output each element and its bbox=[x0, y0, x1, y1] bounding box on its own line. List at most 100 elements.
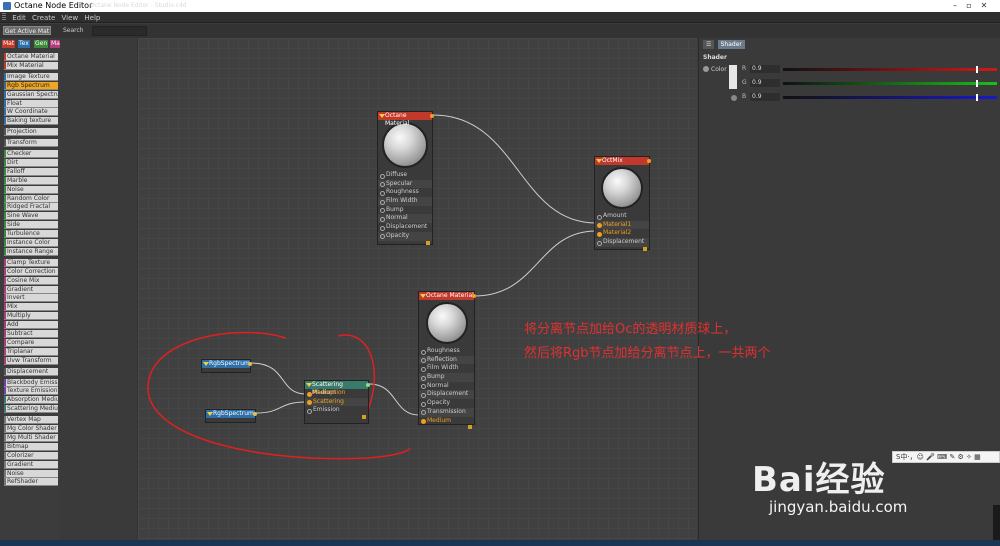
node-header[interactable]: OctMix bbox=[595, 157, 649, 165]
input-port-displacement[interactable]: Displacement bbox=[595, 238, 649, 247]
channel-slider[interactable] bbox=[783, 66, 997, 73]
node-list-item[interactable]: Mix Material bbox=[4, 61, 58, 70]
node-list-item[interactable]: Dirt bbox=[4, 158, 58, 167]
resize-handle-icon[interactable] bbox=[362, 415, 366, 420]
node-list-item[interactable]: Noise bbox=[4, 469, 58, 478]
menu-edit[interactable]: Edit bbox=[12, 14, 26, 22]
minimize-button[interactable]: – bbox=[948, 1, 962, 10]
input-port-normal[interactable]: Normal bbox=[419, 382, 474, 391]
menu-view[interactable]: View bbox=[62, 14, 79, 22]
input-port-opacity[interactable]: Opacity bbox=[378, 231, 432, 241]
input-port-displacement[interactable]: Displacement bbox=[419, 390, 474, 400]
output-port[interactable] bbox=[253, 412, 257, 416]
input-port-roughness[interactable]: Roughness bbox=[419, 347, 474, 356]
node-list-item[interactable]: Vertex Map bbox=[4, 416, 58, 425]
node-list-item[interactable]: Compare bbox=[4, 338, 58, 347]
slider-knob[interactable] bbox=[975, 66, 978, 73]
input-port-scattering[interactable]: Scattering bbox=[305, 397, 368, 407]
node-list-item[interactable]: Bitmap bbox=[4, 442, 58, 451]
ime-toolbar[interactable]: S中·，☺ 🎤 ⌨ ✎ ⚙ ✧ ▦ bbox=[892, 451, 1000, 463]
channel-value-input[interactable]: 0.9 bbox=[750, 65, 780, 73]
node-list-item[interactable]: W Coordinate bbox=[4, 108, 58, 117]
input-port-bump[interactable]: Bump bbox=[419, 373, 474, 382]
node-header[interactable]: RgbSpectrum bbox=[202, 360, 250, 368]
node-octmix[interactable]: OctMix Amount Material1 Material2 Displacem… bbox=[594, 156, 651, 251]
node-list-item[interactable]: Transform bbox=[4, 139, 58, 148]
node-list-item[interactable]: Marble bbox=[4, 176, 58, 185]
node-header[interactable]: Scattering Medium bbox=[305, 381, 368, 396]
input-port-material2[interactable]: Material2 bbox=[595, 229, 649, 238]
node-list-item[interactable]: Falloff bbox=[4, 167, 58, 176]
input-port-specular[interactable]: Specular bbox=[378, 179, 432, 189]
resize-handle-icon[interactable] bbox=[643, 246, 647, 251]
node-list-item[interactable]: Image Texture bbox=[4, 72, 58, 81]
node-rgbspectrum-1[interactable]: RgbSpectrum bbox=[201, 359, 252, 373]
node-list-item[interactable]: Instance Color bbox=[4, 239, 58, 247]
output-port[interactable] bbox=[248, 362, 252, 366]
node-list-item[interactable]: Ridged Fractal bbox=[4, 203, 58, 212]
node-rgbspectrum-2[interactable]: RgbSpectrum bbox=[205, 409, 257, 423]
node-header[interactable]: RgbSpectrum bbox=[206, 410, 255, 418]
resize-handle-icon[interactable] bbox=[426, 240, 430, 245]
input-port-normal[interactable]: Normal bbox=[378, 214, 432, 224]
output-port[interactable] bbox=[430, 114, 434, 118]
node-list-item[interactable]: Sine Wave bbox=[4, 212, 58, 221]
scrollbar[interactable] bbox=[993, 505, 1000, 540]
node-list-item[interactable]: Gradient bbox=[4, 285, 58, 294]
node-list-item[interactable]: Baking texture bbox=[4, 117, 58, 126]
input-port-diffuse[interactable]: Diffuse bbox=[378, 171, 432, 180]
node-list-item[interactable]: RefShader bbox=[4, 478, 58, 487]
node-list-item[interactable]: Color Correction bbox=[4, 267, 58, 276]
node-list-item[interactable]: Checker bbox=[4, 150, 58, 158]
slider-knob[interactable] bbox=[975, 80, 978, 87]
node-list-item[interactable]: Rgb Spectrum bbox=[4, 81, 58, 90]
close-button[interactable]: ✕ bbox=[977, 1, 991, 10]
channel-slider[interactable] bbox=[783, 94, 997, 101]
node-list-item[interactable]: Texture Emission bbox=[4, 387, 58, 396]
get-active-mat-button[interactable]: Get Active Mat bbox=[3, 26, 51, 35]
tab-layers[interactable]: ☰ bbox=[703, 40, 715, 49]
node-list-item[interactable]: Projection bbox=[4, 128, 58, 137]
node-list-item[interactable]: Displacement bbox=[4, 367, 58, 376]
node-list-item[interactable]: Add bbox=[4, 321, 58, 330]
node-list-item[interactable]: Multiply bbox=[4, 312, 58, 321]
input-port-roughness[interactable]: Roughness bbox=[378, 188, 432, 197]
node-list-item[interactable]: Float bbox=[4, 99, 58, 108]
input-port-transmission[interactable]: Transmission bbox=[419, 407, 474, 417]
node-scattering-medium[interactable]: Scattering Medium Absorption Scattering Em… bbox=[304, 380, 370, 424]
search-input[interactable] bbox=[92, 26, 147, 36]
node-list-item[interactable]: Uvw Transform bbox=[4, 356, 58, 365]
channel-slider[interactable] bbox=[783, 80, 997, 87]
tab-shader[interactable]: Shader bbox=[717, 40, 745, 49]
node-octane-material-1[interactable]: Octane Material Diffuse Specular Roughness… bbox=[377, 111, 434, 245]
input-port-material1[interactable]: Material1 bbox=[595, 220, 649, 230]
node-list-item[interactable]: Scattering Medium bbox=[4, 405, 58, 414]
input-port-displacement[interactable]: Displacement bbox=[378, 223, 432, 232]
resize-handle-icon[interactable] bbox=[468, 425, 472, 430]
node-list-item[interactable]: Mix bbox=[4, 303, 58, 312]
node-octane-material-2[interactable]: Octane Material Roughness Reflection Film … bbox=[418, 291, 476, 430]
output-port[interactable] bbox=[472, 294, 476, 298]
category-tab-tex[interactable]: Tex bbox=[18, 40, 30, 48]
input-port-emission[interactable]: Emission bbox=[305, 406, 368, 415]
input-port-reflection[interactable]: Reflection bbox=[419, 355, 474, 365]
node-graph-canvas[interactable]: Octane Material Diffuse Specular Roughness… bbox=[137, 38, 697, 546]
category-tab-gen[interactable]: Gen bbox=[34, 40, 49, 48]
category-tab-mat[interactable]: Mat bbox=[2, 40, 16, 48]
node-list-item[interactable]: Subtract bbox=[4, 330, 58, 338]
node-list-item[interactable]: Random Color bbox=[4, 194, 58, 203]
channel-value-input[interactable]: 0.9 bbox=[750, 79, 780, 87]
output-port[interactable] bbox=[366, 383, 370, 387]
node-list-item[interactable]: Gaussian Spectrum bbox=[4, 90, 58, 99]
node-list-item[interactable]: Mg Color Shader bbox=[4, 425, 58, 433]
channel-value-input[interactable]: 0.9 bbox=[750, 93, 780, 101]
node-list-item[interactable]: Triplanar bbox=[4, 347, 58, 356]
input-port-bump[interactable]: Bump bbox=[378, 206, 432, 215]
node-list-item[interactable]: Invert bbox=[4, 294, 58, 303]
node-list-item[interactable]: Blackbody Emission bbox=[4, 378, 58, 387]
node-header[interactable]: Octane Material bbox=[419, 292, 474, 300]
menu-create[interactable]: Create bbox=[32, 14, 55, 22]
node-list-item[interactable]: Turbulence bbox=[4, 230, 58, 239]
node-list-item[interactable]: Octane Material bbox=[4, 53, 58, 61]
node-list-item[interactable]: Colorizer bbox=[4, 451, 58, 460]
